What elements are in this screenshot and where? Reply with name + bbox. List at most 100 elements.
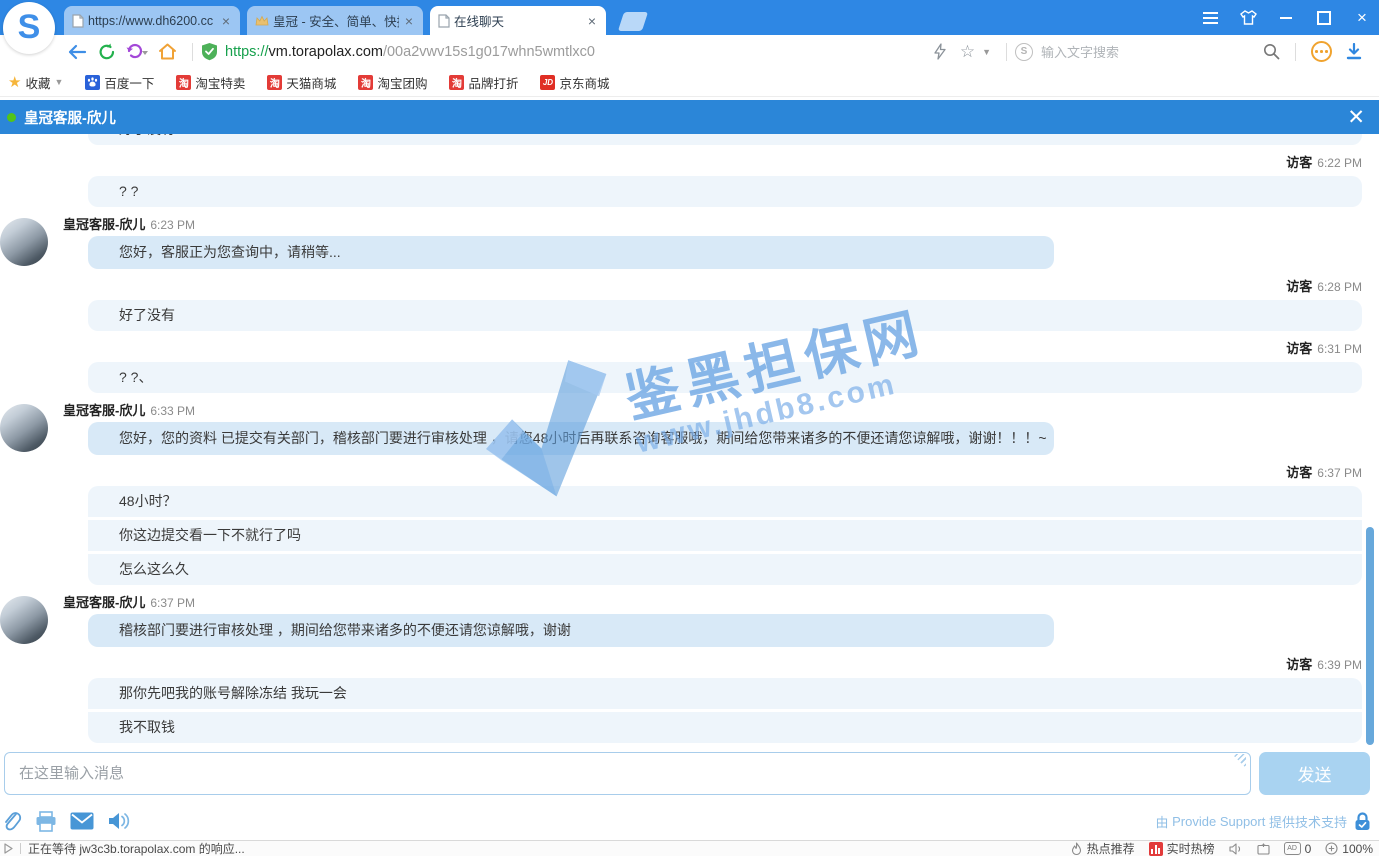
agent-avatar [0, 218, 48, 266]
back-button[interactable] [64, 40, 90, 64]
minimize-button[interactable] [1277, 9, 1295, 27]
maximize-button[interactable] [1315, 9, 1333, 27]
speed-lightning-icon[interactable] [934, 43, 946, 60]
email-icon[interactable] [70, 812, 94, 830]
tab-close-icon[interactable]: × [220, 14, 232, 28]
tab-close-icon[interactable]: × [403, 14, 415, 28]
message-bubble: ? ?、 [88, 362, 1362, 393]
bookmark-item[interactable]: 淘品牌打折 [449, 73, 518, 92]
powered-by[interactable]: 由 Provide Support 提供技术支持 [1155, 812, 1371, 831]
sogou-search-icon: S [1015, 43, 1033, 61]
message-input[interactable] [4, 752, 1251, 795]
bookmark-label: 品牌打折 [468, 73, 518, 92]
sender-label-row: 皇冠客服-欣儿 6:37 PM [63, 596, 1379, 610]
print-icon[interactable] [35, 811, 57, 832]
url-scheme: https:// [225, 44, 269, 60]
search-magnifier-icon[interactable] [1263, 43, 1280, 60]
send-button[interactable]: 发送 [1259, 752, 1370, 795]
agent-name: 皇冠客服-欣儿 [63, 595, 145, 610]
tab-close-icon[interactable]: × [586, 14, 598, 28]
speaker-icon [1229, 843, 1243, 855]
message-time: 6:37 PM [150, 596, 195, 610]
sender-label-row: 访客 6:22 PM [0, 156, 1362, 170]
message-group-agent: 皇冠客服-欣儿6:33 PM您好，您的资料 已提交有关部门，稽核部门要进行审核处… [0, 404, 1379, 455]
visitor-label: 访客 [1286, 657, 1312, 672]
powered-prefix: 由 [1155, 812, 1168, 831]
bookmark-item[interactable]: 百度一下 [85, 73, 154, 92]
bookmark-item[interactable]: 淘淘宝特卖 [176, 73, 245, 92]
powered-brand[interactable]: Provide Support [1172, 814, 1265, 829]
chat-scrollbar-thumb[interactable] [1366, 527, 1374, 745]
crown-favicon-icon [255, 15, 269, 27]
browser-tab[interactable]: 在线聊天× [430, 6, 606, 35]
bookmark-label: 天猫商城 [286, 73, 336, 92]
browser-menu-icon[interactable] [1201, 9, 1219, 27]
bookmark-label: 百度一下 [104, 73, 154, 92]
capture-frame-icon [1257, 843, 1270, 855]
message-time: 6:23 PM [150, 218, 195, 232]
agent-name: 皇冠客服-欣儿 [63, 403, 145, 418]
message-time: 6:37 PM [1317, 466, 1362, 480]
favorites-star-icon: ★ [8, 73, 21, 91]
page-favicon-icon [438, 14, 450, 28]
secure-lock-icon [1354, 812, 1371, 831]
favorite-star-icon[interactable]: ☆ [960, 42, 975, 62]
favorites-menu[interactable]: ★ 收藏 ▼ [8, 73, 63, 92]
screenshot-button[interactable] [1257, 843, 1270, 855]
message-bubble: 好了没有？ [88, 134, 1362, 145]
bookmark-item[interactable]: 淘天猫商城 [267, 73, 336, 92]
tao-icon: 淘 [358, 75, 373, 90]
realtime-trending-button[interactable]: 实时热榜 [1149, 840, 1215, 857]
download-icon[interactable] [1346, 43, 1362, 60]
page-sound-button[interactable] [1229, 843, 1243, 855]
home-button[interactable] [154, 40, 180, 64]
attach-paperclip-icon[interactable] [2, 809, 22, 833]
message-bubble: 稽核部门要进行审核处理 ，期间给您带来诸多的不便还请您谅解哦，谢谢 [88, 614, 1054, 647]
zoom-plus-icon [1325, 842, 1338, 855]
message-bubble: ? ? [88, 176, 1362, 207]
address-bar[interactable]: https://vm.torapolax.com/00a2vwv15s1g017… [201, 39, 706, 65]
skin-shirt-icon[interactable] [1239, 9, 1257, 27]
sender-label-row: 访客6:31 PM [0, 342, 1362, 356]
chat-title: 皇冠客服-欣儿 [24, 107, 116, 128]
agent-avatar [0, 596, 48, 644]
bookmark-item[interactable]: JD京东商城 [540, 73, 609, 92]
zoom-control[interactable]: 100% [1325, 842, 1373, 856]
search-input[interactable]: 输入文字搜索 [1041, 42, 1256, 61]
bookmark-label: 淘宝团购 [377, 73, 427, 92]
bookmark-item[interactable]: 淘淘宝团购 [358, 73, 427, 92]
close-window-button[interactable]: × [1353, 9, 1371, 27]
favorite-caret-icon[interactable]: ▼ [982, 47, 991, 57]
online-status-dot [7, 113, 16, 122]
tab-title: https://www.dh6200.cc [88, 14, 216, 28]
chat-message-list[interactable]: 好了没有？访客6:22 PM? ?皇冠客服-欣儿6:23 PM您好，客服正为您查… [0, 134, 1379, 747]
powered-suffix: 提供技术支持 [1269, 812, 1347, 831]
new-tab-button[interactable] [618, 12, 648, 31]
browser-toolbar: https://vm.torapolax.com/00a2vwv15s1g017… [0, 35, 1379, 68]
play-icon [4, 843, 13, 854]
message-bubble: 那你先吧我的账号解除冻结 我玩一会 [88, 678, 1362, 709]
message-group-visitor: 访客6:31 PM ? ?、 [0, 342, 1379, 393]
tao-icon: 淘 [449, 75, 464, 90]
tao-icon: 淘 [176, 75, 191, 90]
browser-tab[interactable]: https://www.dh6200.cc × [64, 6, 240, 35]
hot-recommend-button[interactable]: 热点推荐 [1070, 840, 1135, 857]
jd-icon: JD [540, 75, 555, 90]
sogou-browser-logo[interactable]: S [3, 2, 55, 54]
agent-name: 皇冠客服-欣儿 [63, 217, 145, 232]
visitor-label: 访客 [1286, 465, 1312, 480]
chat-close-icon[interactable]: ✕ [1347, 107, 1365, 128]
visitor-label: 访客 [1286, 155, 1312, 170]
messages-smiley-icon[interactable] [1311, 41, 1332, 62]
ad-block-counter[interactable]: AD 0 [1284, 842, 1312, 856]
refresh-button[interactable] [94, 40, 120, 64]
browser-tab[interactable]: 皇冠 - 安全、简单、快捷× [247, 6, 423, 35]
message-time: 6:22 PM [1317, 156, 1362, 170]
sound-speaker-icon[interactable] [107, 811, 131, 831]
ad-icon: AD [1284, 842, 1301, 855]
message-group-agent: 皇冠客服-欣儿 6:37 PM 稽核部门要进行审核处理 ，期间给您带来诸多的不便还请… [0, 596, 1379, 647]
agent-avatar [0, 404, 48, 452]
composer-tools-row: 由 Provide Support 提供技术支持 [0, 806, 1379, 836]
undo-history-button[interactable] [124, 40, 150, 64]
security-shield-icon[interactable] [201, 42, 218, 61]
